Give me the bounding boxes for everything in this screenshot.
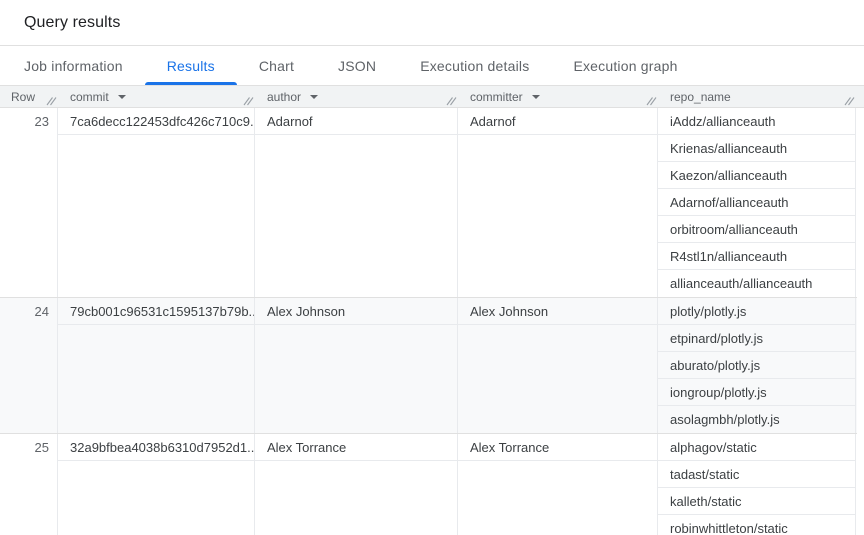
cell-commit: 7ca6decc122453dfc426c710c9... (58, 108, 255, 297)
repo-name-value: aburato/plotly.js (658, 352, 855, 379)
tab-execution-graph[interactable]: Execution graph (551, 46, 699, 85)
tab-results[interactable]: Results (145, 46, 237, 85)
cell-repo-name: alphagov/static tadast/static kalleth/st… (658, 434, 856, 535)
cell-author: Alex Torrance (255, 434, 458, 535)
repo-name-value: asolagmbh/plotly.js (658, 406, 855, 433)
repo-name-value: allianceauth/allianceauth (658, 270, 855, 297)
column-header-label: committer (470, 90, 523, 104)
repo-name-value: orbitroom/allianceauth (658, 216, 855, 243)
tab-job-information[interactable]: Job information (2, 46, 145, 85)
column-resize-handle[interactable] (843, 94, 855, 106)
repo-name-value: tadast/static (658, 461, 855, 488)
column-header-label: Row (11, 90, 35, 104)
column-header-author: author (255, 86, 458, 107)
column-header-committer: committer (458, 86, 658, 107)
cell-committer: Alex Torrance (458, 434, 658, 535)
column-header-row: Row (0, 86, 58, 107)
row-number-cell: 23 (0, 108, 58, 297)
tab-label: Chart (259, 58, 294, 74)
table-row: 25 32a9bfbea4038b6310d7952d1... Alex Tor… (0, 434, 857, 535)
column-header-commit: commit (58, 86, 255, 107)
cell-commit: 79cb001c96531c1595137b79b... (58, 298, 255, 433)
repo-name-value: etpinard/plotly.js (658, 325, 855, 352)
table-body: 23 7ca6decc122453dfc426c710c9... Adarnof… (0, 108, 857, 535)
column-resize-handle[interactable] (445, 94, 457, 106)
tab-chart[interactable]: Chart (237, 46, 316, 85)
tab-label: Execution details (420, 58, 529, 74)
table-header: Row commit author committer (0, 86, 864, 108)
column-header-repo-name: repo_name (658, 86, 856, 107)
column-header-label: author (267, 90, 301, 104)
row-number: 24 (0, 298, 57, 325)
column-resize-handle[interactable] (45, 94, 57, 106)
column-resize-handle[interactable] (242, 94, 254, 106)
column-header-label: commit (70, 90, 109, 104)
row-number-cell: 24 (0, 298, 58, 433)
column-menu-icon[interactable] (310, 95, 318, 99)
cell-author: Adarnof (255, 108, 458, 297)
column-resize-handle[interactable] (645, 94, 657, 106)
repo-name-value: R4stl1n/allianceauth (658, 243, 855, 270)
tab-label: Results (167, 58, 215, 74)
tab-execution-details[interactable]: Execution details (398, 46, 551, 85)
tab-label: Job information (24, 58, 123, 74)
repo-name-value: plotly/plotly.js (658, 298, 855, 325)
tab-bar: Job information Results Chart JSON Execu… (0, 46, 864, 86)
cell-repo-name: iAddz/allianceauth Krienas/allianceauth … (658, 108, 856, 297)
repo-name-value: iAddz/allianceauth (658, 108, 855, 135)
cell-committer: Alex Johnson (458, 298, 658, 433)
table-row: 23 7ca6decc122453dfc426c710c9... Adarnof… (0, 108, 857, 298)
cell-author: Alex Johnson (255, 298, 458, 433)
column-menu-icon[interactable] (118, 95, 126, 99)
repo-name-value: iongroup/plotly.js (658, 379, 855, 406)
table-header-gutter (856, 86, 864, 107)
repo-name-value: robinwhittleton/static (658, 515, 855, 535)
tab-label: Execution graph (573, 58, 677, 74)
repo-name-value: kalleth/static (658, 488, 855, 515)
row-number: 25 (0, 434, 57, 461)
active-tab-indicator (145, 82, 237, 85)
query-results-panel: Query results Job information Results Ch… (0, 0, 864, 535)
repo-name-value: alphagov/static (658, 434, 855, 461)
column-menu-icon[interactable] (532, 95, 540, 99)
table-row: 24 79cb001c96531c1595137b79b... Alex Joh… (0, 298, 857, 434)
column-header-label: repo_name (670, 90, 731, 104)
repo-name-value: Adarnof/allianceauth (658, 189, 855, 216)
repo-name-value: Kaezon/allianceauth (658, 162, 855, 189)
row-number: 23 (0, 108, 57, 135)
titlebar: Query results (0, 0, 864, 46)
row-number-cell: 25 (0, 434, 58, 535)
repo-name-value: Krienas/allianceauth (658, 135, 855, 162)
page-title: Query results (24, 14, 120, 32)
tab-json[interactable]: JSON (316, 46, 398, 85)
tab-label: JSON (338, 58, 376, 74)
cell-committer: Adarnof (458, 108, 658, 297)
cell-commit: 32a9bfbea4038b6310d7952d1... (58, 434, 255, 535)
cell-repo-name: plotly/plotly.js etpinard/plotly.js abur… (658, 298, 856, 433)
